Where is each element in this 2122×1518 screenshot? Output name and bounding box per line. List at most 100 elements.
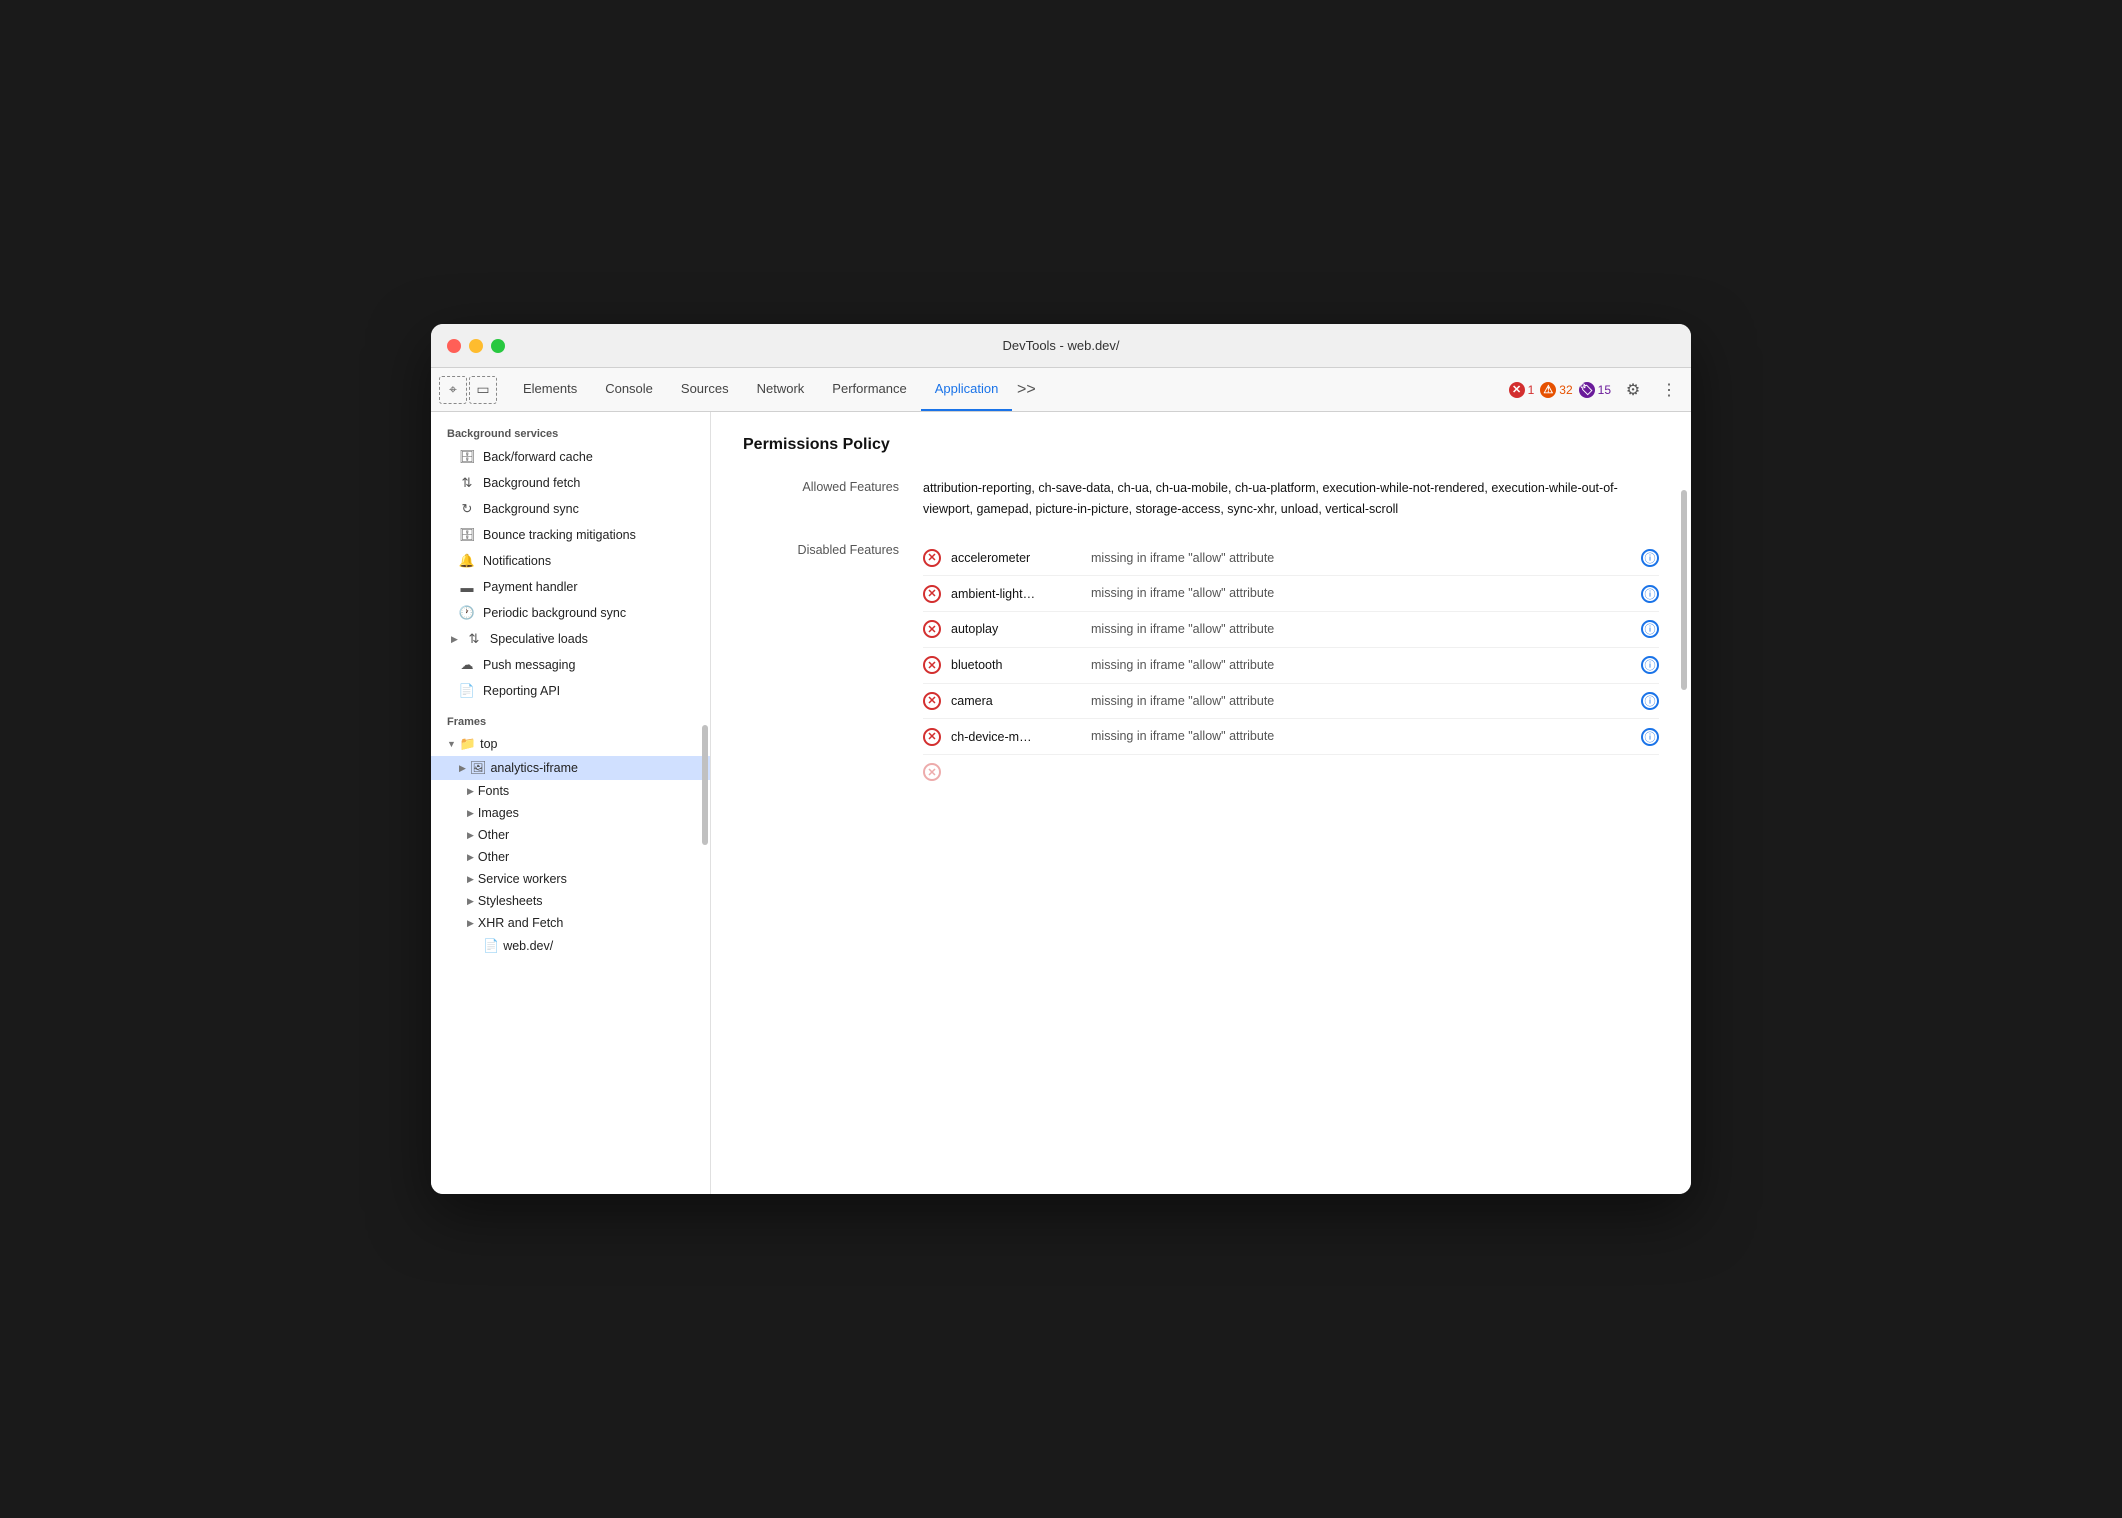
frame-service-workers[interactable]: ▶ Service workers: [431, 868, 710, 890]
upload-download-icon: ⇅: [459, 475, 475, 491]
sidebar-item-payment-handler[interactable]: ▬ Payment handler: [431, 574, 710, 600]
devtools-window: DevTools - web.dev/ ⌖ ▭ Elements Console…: [431, 324, 1691, 1194]
tab-application[interactable]: Application: [921, 368, 1013, 411]
feature-reason-accelerometer: missing in iframe "allow" attribute: [1091, 549, 1631, 568]
frame-fonts[interactable]: ▶ Fonts: [431, 780, 710, 802]
sidebar-item-periodic-background-sync[interactable]: 🕐 Periodic background sync: [431, 600, 710, 626]
info-button-bluetooth[interactable]: ⓘ: [1641, 656, 1659, 674]
info-button-ch-device[interactable]: ⓘ: [1641, 728, 1659, 746]
frame-images-label: Images: [478, 806, 519, 820]
warn-icon: ⚠: [1540, 382, 1556, 398]
more-options-button[interactable]: ⋮: [1655, 376, 1683, 404]
disabled-feature-ambient-light: ✕ ambient-light… missing in iframe "allo…: [923, 576, 1659, 612]
frame-analytics-iframe[interactable]: ▶ 🖼 analytics-iframe: [431, 756, 710, 780]
maximize-button[interactable]: [491, 339, 505, 353]
frame-top-label: top: [480, 737, 497, 751]
info-button-camera[interactable]: ⓘ: [1641, 692, 1659, 710]
frame-other-2[interactable]: ▶ Other: [431, 846, 710, 868]
allowed-features-label: Allowed Features: [743, 478, 923, 521]
titlebar: DevTools - web.dev/: [431, 324, 1691, 368]
sidebar: Background services 🗄 Back/forward cache…: [431, 412, 711, 1194]
frame-other-1[interactable]: ▶ Other: [431, 824, 710, 846]
sidebar-item-speculative-loads[interactable]: ▶ ⇅ Speculative loads: [431, 626, 710, 652]
feature-name-ch-device: ch-device-m…: [951, 730, 1081, 744]
disabled-feature-accelerometer: ✕ accelerometer missing in iframe "allow…: [923, 541, 1659, 577]
expand-other2-icon: ▶: [467, 852, 474, 863]
error-icon-more: ✕: [923, 763, 941, 781]
page-icon: 📄: [483, 938, 499, 954]
document-icon: 📄: [459, 683, 475, 699]
sidebar-item-back-forward-cache[interactable]: 🗄 Back/forward cache: [431, 444, 710, 470]
sidebar-item-push-messaging[interactable]: ☁ Push messaging: [431, 652, 710, 678]
feature-reason-autoplay: missing in iframe "allow" attribute: [1091, 620, 1631, 639]
more-tabs-button[interactable]: >>: [1012, 376, 1040, 404]
sidebar-label-bounce-tracking: Bounce tracking mitigations: [483, 528, 636, 542]
info-badge[interactable]: 🏷 15: [1579, 382, 1611, 398]
frame-fonts-label: Fonts: [478, 784, 509, 798]
disabled-feature-ch-device: ✕ ch-device-m… missing in iframe "allow"…: [923, 719, 1659, 755]
devtools-toolbar: ⌖ ▭ Elements Console Sources Network Per…: [431, 368, 1691, 412]
expand-arrow-icon: ▶: [451, 634, 458, 645]
main-scrollbar[interactable]: [1681, 490, 1687, 690]
sidebar-label-background-sync: Background sync: [483, 502, 579, 516]
error-count: 1: [1528, 383, 1535, 397]
tab-network[interactable]: Network: [743, 368, 819, 411]
sidebar-item-bounce-tracking[interactable]: 🗄 Bounce tracking mitigations: [431, 522, 710, 548]
sidebar-item-background-fetch[interactable]: ⇅ Background fetch: [431, 470, 710, 496]
device-toggle-icon[interactable]: ▭: [469, 376, 497, 404]
error-icon-ambient-light: ✕: [923, 585, 941, 603]
inspect-element-icon[interactable]: ⌖: [439, 376, 467, 404]
close-button[interactable]: [447, 339, 461, 353]
sidebar-item-reporting-api[interactable]: 📄 Reporting API: [431, 678, 710, 704]
feature-reason-bluetooth: missing in iframe "allow" attribute: [1091, 656, 1631, 675]
sidebar-item-background-sync[interactable]: ↻ Background sync: [431, 496, 710, 522]
info-icon: 🏷: [1579, 382, 1595, 398]
expand-fonts-icon: ▶: [467, 786, 474, 797]
frame-top[interactable]: ▼ 📁 top: [431, 732, 710, 756]
badge-group: ✕ 1 ⚠ 32 🏷 15: [1509, 382, 1611, 398]
database-icon: 🗄: [459, 449, 475, 465]
iframe-icon: 🖼: [470, 760, 487, 776]
allowed-features-section: Allowed Features attribution-reporting, …: [743, 478, 1659, 521]
bell-icon: 🔔: [459, 553, 475, 569]
frame-stylesheets[interactable]: ▶ Stylesheets: [431, 890, 710, 912]
tab-console[interactable]: Console: [591, 368, 667, 411]
info-button-ambient-light[interactable]: ⓘ: [1641, 585, 1659, 603]
info-button-autoplay[interactable]: ⓘ: [1641, 620, 1659, 638]
info-button-accelerometer[interactable]: ⓘ: [1641, 549, 1659, 567]
panel-title: Permissions Policy: [743, 436, 1659, 454]
tab-elements[interactable]: Elements: [509, 368, 591, 411]
feature-reason-ch-device: missing in iframe "allow" attribute: [1091, 727, 1631, 746]
tab-performance[interactable]: Performance: [818, 368, 920, 411]
minimize-button[interactable]: [469, 339, 483, 353]
credit-card-icon: ▬: [459, 579, 475, 595]
frames-section: Frames ▼ 📁 top ▶ 🖼 analytics-iframe ▶ Fo…: [431, 704, 710, 958]
toolbar-icons: ⌖ ▭: [439, 376, 497, 404]
frame-other1-label: Other: [478, 828, 509, 842]
sidebar-scrollbar[interactable]: [702, 725, 708, 845]
error-icon-bluetooth: ✕: [923, 656, 941, 674]
frame-xhr-fetch[interactable]: ▶ XHR and Fetch: [431, 912, 710, 934]
error-icon-autoplay: ✕: [923, 620, 941, 638]
disabled-feature-autoplay: ✕ autoplay missing in iframe "allow" att…: [923, 612, 1659, 648]
sidebar-item-notifications[interactable]: 🔔 Notifications: [431, 548, 710, 574]
error-icon-accelerometer: ✕: [923, 549, 941, 567]
expand-images-icon: ▶: [467, 808, 474, 819]
bounce-icon: 🗄: [459, 527, 475, 543]
warn-count: 32: [1559, 383, 1572, 397]
feature-name-camera: camera: [951, 694, 1081, 708]
warn-badge[interactable]: ⚠ 32: [1540, 382, 1572, 398]
frame-images[interactable]: ▶ Images: [431, 802, 710, 824]
cloud-icon: ☁: [459, 657, 475, 673]
error-icon-ch-device: ✕: [923, 728, 941, 746]
disabled-feature-more: ✕: [923, 755, 1659, 789]
traffic-lights: [447, 339, 505, 353]
sidebar-section-background-services: Background services: [431, 420, 710, 444]
settings-button[interactable]: ⚙: [1619, 376, 1647, 404]
main-panel: Permissions Policy Allowed Features attr…: [711, 412, 1691, 1194]
frame-analytics-label: analytics-iframe: [490, 761, 578, 775]
error-badge[interactable]: ✕ 1: [1509, 382, 1535, 398]
expand-other1-icon: ▶: [467, 830, 474, 841]
tab-sources[interactable]: Sources: [667, 368, 743, 411]
frame-web-dev[interactable]: 📄 web.dev/: [431, 934, 710, 958]
